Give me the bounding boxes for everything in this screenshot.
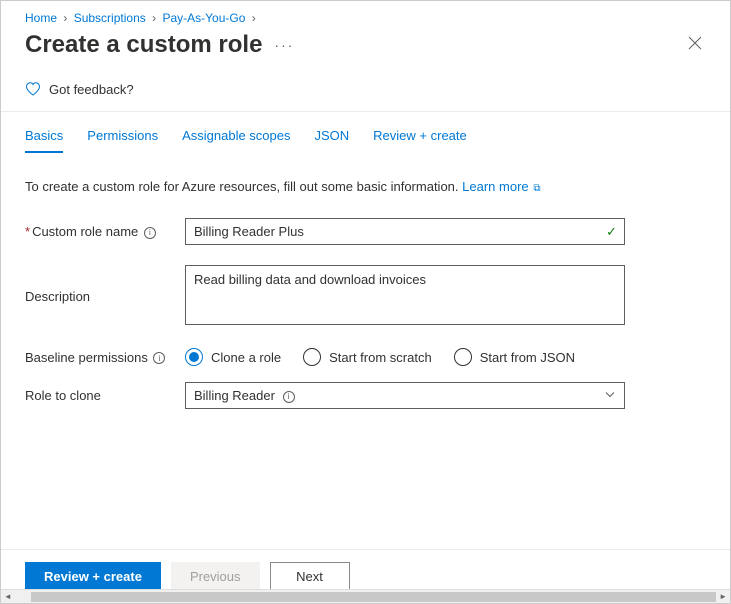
close-button[interactable]: [684, 32, 706, 58]
chevron-right-icon: ›: [152, 11, 156, 25]
review-create-button[interactable]: Review + create: [25, 562, 161, 591]
role-to-clone-label: Role to clone: [25, 388, 101, 403]
role-name-label: Custom role name: [32, 224, 138, 239]
radio-icon: [185, 348, 203, 366]
heart-icon: [25, 81, 41, 97]
breadcrumb-payg[interactable]: Pay-As-You-Go: [162, 11, 245, 25]
scrollbar-thumb[interactable]: [31, 592, 716, 602]
feedback-bar[interactable]: Got feedback?: [1, 69, 730, 112]
external-link-icon: ⧉: [531, 183, 541, 194]
tab-basics[interactable]: Basics: [25, 128, 63, 153]
scroll-left-icon[interactable]: ◄: [1, 592, 15, 601]
role-name-input[interactable]: [185, 218, 625, 245]
close-icon: [688, 36, 702, 50]
radio-start-scratch[interactable]: Start from scratch: [303, 348, 432, 366]
info-icon[interactable]: i: [153, 352, 165, 364]
more-actions-icon[interactable]: ···: [274, 38, 294, 52]
role-to-clone-select[interactable]: Billing Reader i: [185, 382, 625, 409]
horizontal-scrollbar[interactable]: ◄ ►: [1, 589, 730, 603]
chevron-right-icon: ›: [252, 11, 256, 25]
chevron-right-icon: ›: [63, 11, 67, 25]
tab-assignable-scopes[interactable]: Assignable scopes: [182, 128, 290, 153]
radio-start-json[interactable]: Start from JSON: [454, 348, 575, 366]
breadcrumb: Home › Subscriptions › Pay-As-You-Go ›: [1, 1, 730, 29]
feedback-label: Got feedback?: [49, 82, 134, 97]
description-input[interactable]: [185, 265, 625, 325]
chevron-down-icon: [604, 388, 616, 403]
intro-text: To create a custom role for Azure resour…: [1, 153, 730, 206]
tab-json[interactable]: JSON: [315, 128, 350, 153]
info-icon: i: [283, 391, 295, 403]
info-icon[interactable]: i: [144, 227, 156, 239]
learn-more-link[interactable]: Learn more ⧉: [462, 179, 540, 194]
tab-permissions[interactable]: Permissions: [87, 128, 158, 153]
radio-clone-role[interactable]: Clone a role: [185, 348, 281, 366]
scroll-right-icon[interactable]: ►: [716, 592, 730, 601]
tab-review-create[interactable]: Review + create: [373, 128, 467, 153]
page-title: Create a custom role: [25, 31, 262, 59]
radio-icon: [454, 348, 472, 366]
tabs: Basics Permissions Assignable scopes JSO…: [1, 112, 730, 153]
previous-button: Previous: [171, 562, 260, 591]
description-label: Description: [25, 289, 90, 304]
radio-icon: [303, 348, 321, 366]
next-button[interactable]: Next: [270, 562, 350, 591]
breadcrumb-home[interactable]: Home: [25, 11, 57, 25]
required-indicator: *: [25, 224, 30, 239]
breadcrumb-subscriptions[interactable]: Subscriptions: [74, 11, 146, 25]
baseline-label: Baseline permissions: [25, 350, 148, 365]
